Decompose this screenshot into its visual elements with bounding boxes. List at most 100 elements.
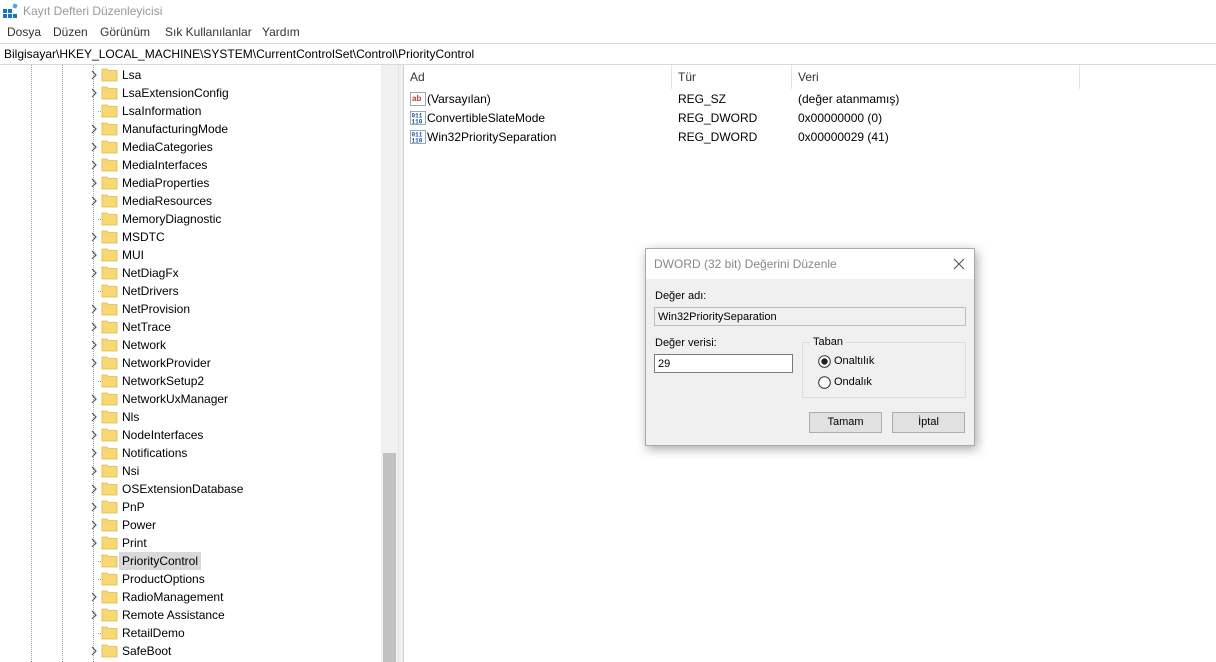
column-header-type[interactable]: Tür xyxy=(672,65,792,89)
chevron-right-icon[interactable] xyxy=(88,249,100,261)
chevron-right-icon[interactable] xyxy=(88,159,100,171)
chevron-right-icon[interactable] xyxy=(88,393,100,405)
value-row[interactable]: 011 110 Win32PrioritySeparation REG_DWORD 0x… xyxy=(404,128,1216,147)
value-row[interactable]: ab (Varsayılan) REG_SZ (değer atanmamış) xyxy=(404,90,1216,109)
folder-icon xyxy=(101,536,118,550)
chevron-right-icon[interactable] xyxy=(88,195,100,207)
folder-icon xyxy=(101,158,118,172)
cancel-button[interactable]: İptal xyxy=(892,412,965,433)
tree-item[interactable]: MemoryDiagnostic xyxy=(0,210,380,228)
tree-item[interactable]: Nls xyxy=(0,408,380,426)
address-bar[interactable]: Bilgisayar\HKEY_LOCAL_MACHINE\SYSTEM\Cur… xyxy=(0,43,1216,65)
tree-item[interactable]: RadioManagement xyxy=(0,588,380,606)
tree-item[interactable]: Print xyxy=(0,534,380,552)
chevron-right-icon[interactable] xyxy=(88,321,100,333)
chevron-right-icon[interactable] xyxy=(88,357,100,369)
dialog-title: DWORD (32 bit) Değerini Düzenle xyxy=(654,257,837,271)
tree-item[interactable]: RetailDemo xyxy=(0,624,380,642)
radio-unselected-icon[interactable] xyxy=(818,376,831,389)
scrollbar-thumb[interactable] xyxy=(383,453,396,662)
tree-item[interactable]: PnP xyxy=(0,498,380,516)
tree-item[interactable]: NetworkUxManager xyxy=(0,390,380,408)
edit-dword-dialog: DWORD (32 bit) Değerini Düzenle Değer ad… xyxy=(645,248,975,446)
tree-item[interactable]: SafeBoot xyxy=(0,642,380,660)
tree-scrollbar[interactable] xyxy=(381,65,398,662)
folder-icon xyxy=(101,590,118,604)
tree-item[interactable]: Network xyxy=(0,336,380,354)
tree-item[interactable]: NetDrivers xyxy=(0,282,380,300)
folder-icon xyxy=(101,356,118,370)
chevron-right-icon[interactable] xyxy=(88,87,100,99)
menu-view[interactable]: Görünüm xyxy=(100,25,150,39)
chevron-right-icon[interactable] xyxy=(88,339,100,351)
tree-item[interactable]: PriorityControl xyxy=(0,552,380,570)
chevron-right-icon[interactable] xyxy=(88,591,100,603)
value-row[interactable]: 011 110 ConvertibleSlateMode REG_DWORD 0x000… xyxy=(404,109,1216,128)
folder-icon xyxy=(101,374,118,388)
folder-icon xyxy=(101,68,118,82)
address-path[interactable]: Bilgisayar\HKEY_LOCAL_MACHINE\SYSTEM\Cur… xyxy=(4,47,474,61)
tree-item[interactable]: ManufacturingMode xyxy=(0,120,380,138)
folder-icon xyxy=(101,554,118,568)
tree-item[interactable]: LsaExtensionConfig xyxy=(0,84,380,102)
chevron-right-icon[interactable] xyxy=(88,411,100,423)
value-name: Win32PrioritySeparation xyxy=(427,130,557,144)
tree-item[interactable]: ProductOptions xyxy=(0,570,380,588)
tree-item[interactable]: Notifications xyxy=(0,444,380,462)
chevron-right-icon[interactable] xyxy=(88,231,100,243)
close-icon[interactable] xyxy=(950,255,968,273)
chevron-right-icon[interactable] xyxy=(88,645,100,657)
chevron-right-icon[interactable] xyxy=(88,177,100,189)
tree-item[interactable]: OSExtensionDatabase xyxy=(0,480,380,498)
tree-item[interactable]: NetworkSetup2 xyxy=(0,372,380,390)
folder-icon xyxy=(101,626,118,640)
value-name-field: Win32PrioritySeparation xyxy=(654,307,966,326)
value-data-input[interactable]: 29 xyxy=(654,354,793,373)
tree-item[interactable]: MUI xyxy=(0,246,380,264)
chevron-right-icon[interactable] xyxy=(88,501,100,513)
chevron-right-icon[interactable] xyxy=(88,447,100,459)
chevron-right-icon[interactable] xyxy=(88,303,100,315)
folder-icon xyxy=(101,320,118,334)
chevron-right-icon[interactable] xyxy=(88,537,100,549)
column-header-name[interactable]: Ad xyxy=(404,65,672,89)
chevron-right-icon[interactable] xyxy=(88,519,100,531)
column-header-data[interactable]: Veri xyxy=(792,65,1080,89)
value-data: 0x00000000 (0) xyxy=(798,111,883,125)
tree-item[interactable]: MediaCategories xyxy=(0,138,380,156)
chevron-right-icon[interactable] xyxy=(88,465,100,477)
tree-item[interactable]: MediaResources xyxy=(0,192,380,210)
tree-item[interactable]: Remote Assistance xyxy=(0,606,380,624)
tree-item[interactable]: Lsa xyxy=(0,66,380,84)
radio-hexadecimal-label: Onaltılık xyxy=(834,355,875,367)
value-name: (Varsayılan) xyxy=(427,92,491,106)
tree-item-label: ProductOptions xyxy=(122,572,205,586)
ok-button[interactable]: Tamam xyxy=(809,412,882,433)
tree-item[interactable]: MediaInterfaces xyxy=(0,156,380,174)
tree-item[interactable]: Nsi xyxy=(0,462,380,480)
tree-item[interactable]: LsaInformation xyxy=(0,102,380,120)
tree-item[interactable]: NetProvision xyxy=(0,300,380,318)
chevron-right-icon[interactable] xyxy=(88,141,100,153)
chevron-right-icon[interactable] xyxy=(88,69,100,81)
tree-item[interactable]: NodeInterfaces xyxy=(0,426,380,444)
radio-selected-icon[interactable] xyxy=(818,355,831,368)
tree-item[interactable]: MSDTC xyxy=(0,228,380,246)
menu-favorites[interactable]: Sık Kullanılanlar xyxy=(165,25,252,39)
tree-item[interactable]: NetworkProvider xyxy=(0,354,380,372)
chevron-right-icon[interactable] xyxy=(88,609,100,621)
chevron-right-icon[interactable] xyxy=(88,483,100,495)
tree-item[interactable]: NetTrace xyxy=(0,318,380,336)
tree-item[interactable]: MediaProperties xyxy=(0,174,380,192)
chevron-right-icon[interactable] xyxy=(88,429,100,441)
folder-icon xyxy=(101,500,118,514)
menu-file[interactable]: Dosya xyxy=(7,25,41,39)
menu-help[interactable]: Yardım xyxy=(262,25,300,39)
menu-edit[interactable]: Düzen xyxy=(53,25,88,39)
chevron-right-icon[interactable] xyxy=(88,267,100,279)
tree-item[interactable]: Power xyxy=(0,516,380,534)
chevron-right-icon[interactable] xyxy=(88,123,100,135)
tree-item-label: MediaResources xyxy=(122,194,213,208)
tree-item[interactable]: NetDiagFx xyxy=(0,264,380,282)
tree-item-label: NetworkUxManager xyxy=(122,392,229,406)
